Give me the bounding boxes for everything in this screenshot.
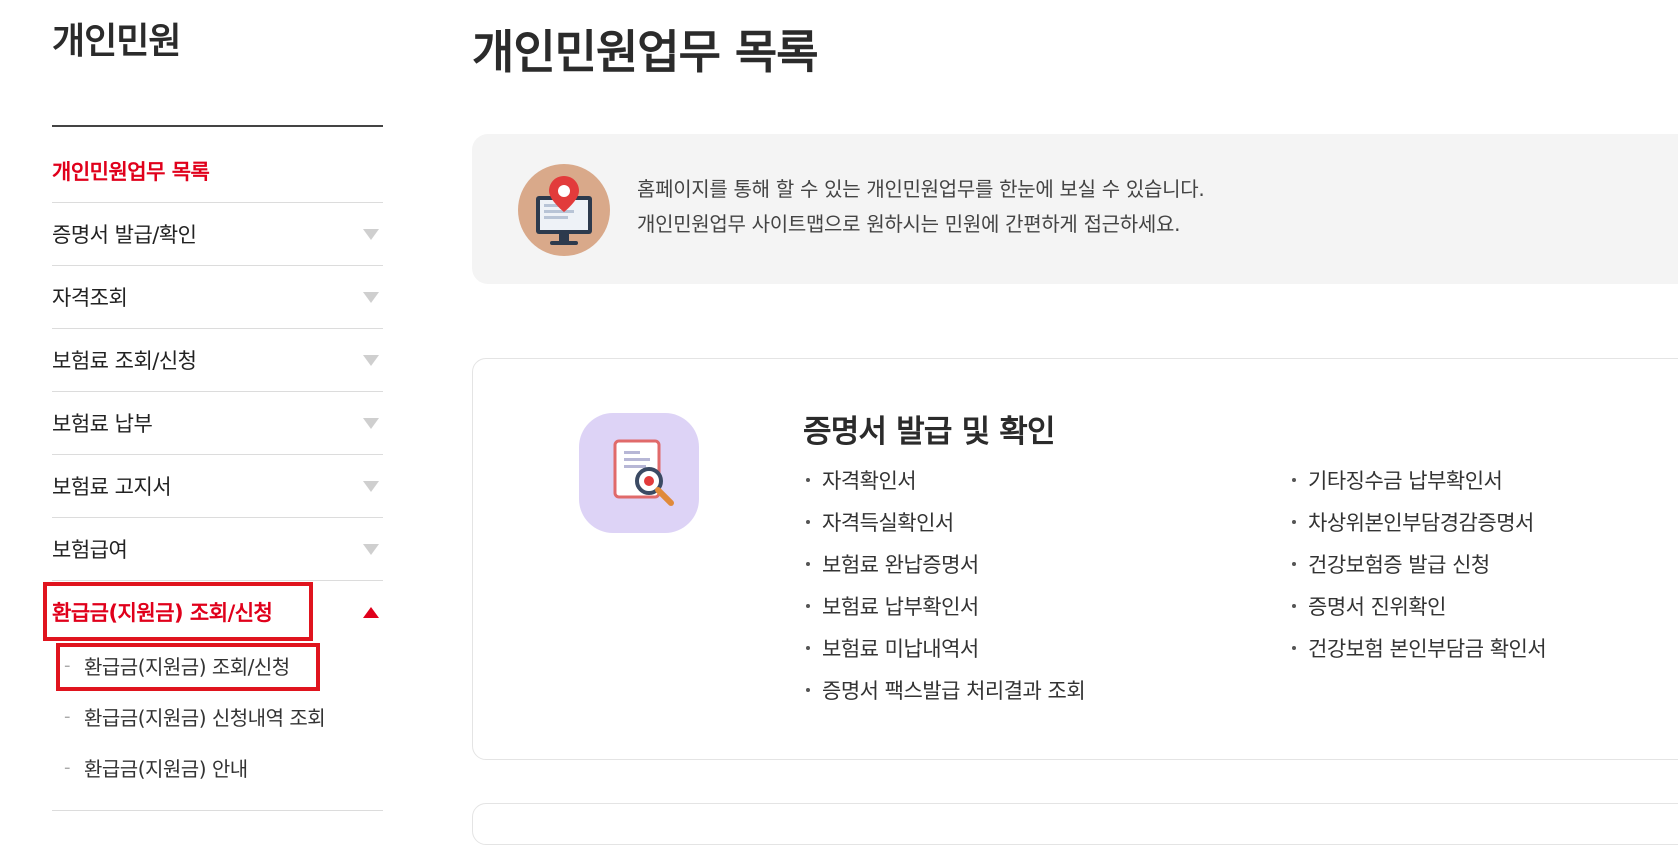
intro-line-1: 홈페이지를 통해 할 수 있는 개인민원업무를 한눈에 보실 수 있습니다. bbox=[637, 177, 1205, 201]
submenu-item-refund-guide[interactable]: - 환급금(지원금) 안내 bbox=[52, 742, 383, 793]
chevron-down-icon bbox=[363, 418, 379, 429]
sidebar-item-label: 자격조회 bbox=[52, 286, 128, 310]
highlight-box-refund-menu bbox=[43, 582, 313, 641]
chevron-down-icon bbox=[363, 355, 379, 366]
sidebar-item-premium-notice[interactable]: 보험료 고지서 bbox=[52, 455, 383, 518]
submenu-item-label: 환급금(지원금) 신청내역 조회 bbox=[84, 706, 326, 730]
certificate-list-left: 자격확인서 자격득실확인서 보험료 완납증명서 보험료 납부확인서 보험료 미납… bbox=[803, 459, 1086, 711]
submenu-divider bbox=[52, 810, 383, 811]
list-item-label: 기타징수금 납부확인서 bbox=[1308, 469, 1503, 493]
list-item[interactable]: 보험료 납부확인서 bbox=[803, 585, 1085, 627]
chevron-down-icon bbox=[363, 481, 379, 492]
bullet-icon bbox=[806, 688, 810, 692]
list-item-label: 증명서 진위확인 bbox=[1308, 595, 1446, 619]
card-title: 증명서 발급 및 확인 bbox=[803, 414, 1056, 450]
chevron-down-icon bbox=[363, 292, 379, 303]
list-item[interactable]: 자격확인서 bbox=[803, 459, 1085, 501]
bullet-icon bbox=[806, 562, 810, 566]
list-item-label: 자격득실확인서 bbox=[822, 511, 954, 535]
sidebar-menu: 개인민원업무 목록 증명서 발급/확인 자격조회 보험료 조회/신청 보험료 납… bbox=[52, 140, 383, 643]
list-item[interactable]: 기타징수금 납부확인서 bbox=[1289, 459, 1546, 501]
document-search-icon bbox=[579, 413, 699, 533]
next-card bbox=[472, 803, 1678, 845]
dash-icon: - bbox=[64, 757, 71, 778]
bullet-icon bbox=[1292, 646, 1296, 650]
list-item[interactable]: 보험료 미납내역서 bbox=[803, 627, 1085, 669]
bullet-icon bbox=[1292, 562, 1296, 566]
sidebar-item-label: 보험료 조회/신청 bbox=[52, 349, 197, 373]
list-item-label: 증명서 팩스발급 처리결과 조회 bbox=[822, 679, 1086, 703]
bullet-icon bbox=[806, 604, 810, 608]
intro-box: 홈페이지를 통해 할 수 있는 개인민원업무를 한눈에 보실 수 있습니다. 개… bbox=[472, 134, 1678, 284]
list-item[interactable]: 증명서 진위확인 bbox=[1289, 585, 1546, 627]
list-item[interactable]: 건강보험증 발급 신청 bbox=[1289, 543, 1546, 585]
chevron-up-icon bbox=[363, 607, 379, 618]
chevron-down-icon bbox=[363, 229, 379, 240]
bullet-icon bbox=[1292, 520, 1296, 524]
list-item-label: 보험료 납부확인서 bbox=[822, 595, 979, 619]
highlight-box-refund-submenu bbox=[56, 643, 320, 691]
list-item-label: 건강보험 본인부담금 확인서 bbox=[1308, 637, 1547, 661]
certificate-list-right: 기타징수금 납부확인서 차상위본인부담경감증명서 건강보험증 발급 신청 증명서… bbox=[1289, 459, 1547, 669]
bullet-icon bbox=[806, 520, 810, 524]
bullet-icon bbox=[1292, 604, 1296, 608]
list-item-label: 보험료 완납증명서 bbox=[822, 553, 979, 577]
list-item[interactable]: 증명서 팩스발급 처리결과 조회 bbox=[803, 669, 1086, 711]
sidebar-item-certificates[interactable]: 증명서 발급/확인 bbox=[52, 203, 383, 266]
bullet-icon bbox=[806, 646, 810, 650]
list-item[interactable]: 차상위본인부담경감증명서 bbox=[1289, 501, 1546, 543]
list-item-label: 자격확인서 bbox=[822, 469, 917, 493]
sidebar-item-premium-payment[interactable]: 보험료 납부 bbox=[52, 392, 383, 455]
submenu-item-label: 환급금(지원금) 안내 bbox=[84, 757, 248, 781]
dash-icon: - bbox=[64, 706, 71, 727]
intro-text: 홈페이지를 통해 할 수 있는 개인민원업무를 한눈에 보실 수 있습니다. 개… bbox=[637, 172, 1205, 242]
list-item-label: 건강보험증 발급 신청 bbox=[1308, 553, 1490, 577]
list-item[interactable]: 자격득실확인서 bbox=[803, 501, 1085, 543]
sidebar-title: 개인민원 bbox=[52, 21, 181, 62]
sidebar-item-premium-inquiry[interactable]: 보험료 조회/신청 bbox=[52, 329, 383, 392]
sidebar-item-label: 보험료 고지서 bbox=[52, 475, 172, 499]
intro-line-2: 개인민원업무 사이트맵으로 원하시는 민원에 간편하게 접근하세요. bbox=[637, 212, 1181, 236]
sidebar-item-benefits[interactable]: 보험급여 bbox=[52, 518, 383, 581]
certificate-card: 증명서 발급 및 확인 자격확인서 자격득실확인서 보험료 완납증명서 보험료 … bbox=[472, 358, 1678, 760]
sidebar-item-label: 보험급여 bbox=[52, 538, 128, 562]
list-item[interactable]: 건강보험 본인부담금 확인서 bbox=[1289, 627, 1547, 669]
list-item-label: 보험료 미납내역서 bbox=[822, 637, 979, 661]
page-title: 개인민원업무 목록 bbox=[472, 25, 819, 79]
monitor-location-icon bbox=[518, 164, 610, 256]
sidebar-item-label: 개인민원업무 목록 bbox=[52, 160, 210, 184]
submenu-item-refund-history[interactable]: - 환급금(지원금) 신청내역 조회 bbox=[52, 691, 383, 742]
chevron-down-icon bbox=[363, 544, 379, 555]
sidebar-item-qualification[interactable]: 자격조회 bbox=[52, 266, 383, 329]
sidebar-divider bbox=[52, 125, 383, 127]
sidebar-item-list[interactable]: 개인민원업무 목록 bbox=[52, 140, 383, 203]
bullet-icon bbox=[806, 478, 810, 482]
bullet-icon bbox=[1292, 478, 1296, 482]
list-item-label: 차상위본인부담경감증명서 bbox=[1308, 511, 1534, 535]
sidebar-item-label: 보험료 납부 bbox=[52, 412, 153, 436]
list-item[interactable]: 보험료 완납증명서 bbox=[803, 543, 1085, 585]
sidebar-item-label: 증명서 발급/확인 bbox=[52, 223, 197, 247]
